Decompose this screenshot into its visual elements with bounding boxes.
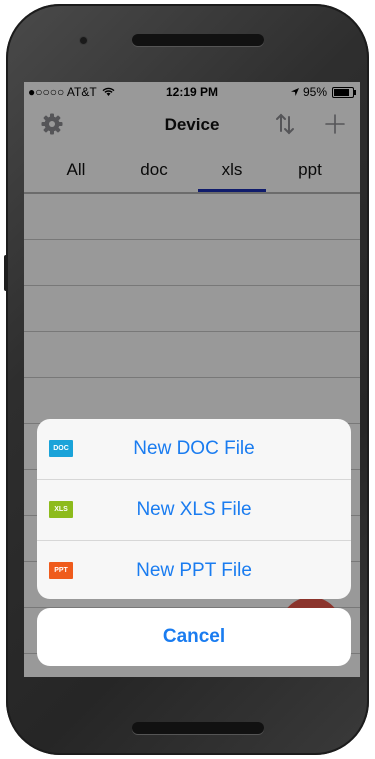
new-doc-file-button[interactable]: DOC New DOC File bbox=[37, 419, 351, 480]
new-xls-file-button[interactable]: XLS New XLS File bbox=[37, 480, 351, 541]
doc-file-icon: DOC bbox=[49, 440, 73, 457]
bottom-speaker bbox=[132, 722, 264, 734]
side-button bbox=[4, 255, 8, 291]
top-speaker bbox=[132, 34, 264, 46]
camera-icon bbox=[80, 37, 87, 44]
new-ppt-file-button[interactable]: PPT New PPT File bbox=[37, 541, 351, 599]
new-xls-file-label: New XLS File bbox=[136, 499, 252, 520]
action-sheet: DOC New DOC File XLS New XLS File PPT Ne… bbox=[37, 419, 351, 599]
cancel-button[interactable]: Cancel bbox=[37, 608, 351, 666]
screen: ●○○○○ AT&T 12:19 PM 95% Device All doc x… bbox=[24, 82, 360, 677]
new-ppt-file-label: New PPT File bbox=[136, 560, 252, 581]
xls-file-icon: XLS bbox=[49, 501, 73, 518]
ppt-file-icon: PPT bbox=[49, 562, 73, 579]
new-doc-file-label: New DOC File bbox=[133, 438, 255, 459]
cancel-label: Cancel bbox=[162, 626, 226, 647]
